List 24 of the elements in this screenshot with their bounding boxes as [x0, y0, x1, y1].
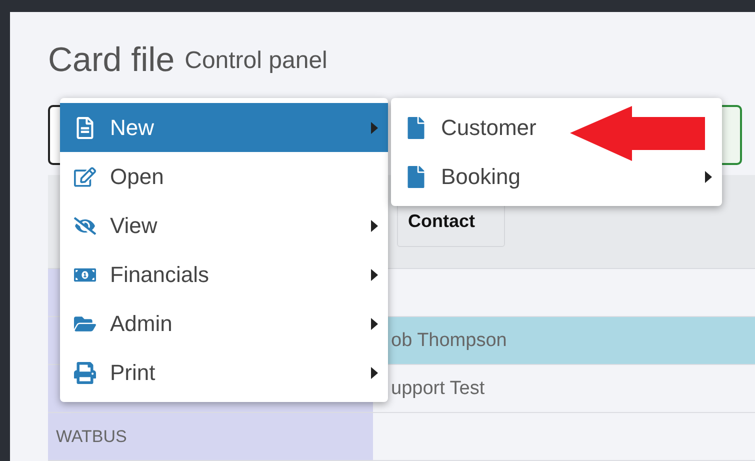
table-row[interactable]: WATBUS [48, 413, 755, 461]
file-icon [405, 166, 427, 188]
page-subtitle: Control panel [184, 46, 328, 74]
menu-item[interactable]: Customer [391, 103, 722, 152]
page-title: Card file [48, 41, 175, 80]
code-text: WATBUS [56, 426, 127, 446]
arrow-icon [570, 106, 705, 161]
eye-icon [74, 214, 96, 236]
menu-item[interactable]: Open [60, 152, 388, 201]
document-icon [74, 116, 96, 138]
file-icon [405, 116, 427, 138]
caret-icon [705, 170, 712, 182]
menu-item[interactable]: Financials [60, 250, 388, 299]
caret-icon [371, 366, 378, 378]
menu-item[interactable]: New [60, 103, 388, 152]
caret-icon [371, 318, 378, 330]
caret-icon [371, 122, 378, 134]
contact-text: upport Test [391, 378, 485, 400]
caret-icon [371, 220, 378, 232]
contact-text: ob Thompson [391, 330, 507, 352]
edit-icon [74, 166, 96, 188]
printer-icon [74, 362, 96, 384]
caret-icon [371, 268, 378, 280]
menu-item[interactable]: View [60, 201, 388, 250]
